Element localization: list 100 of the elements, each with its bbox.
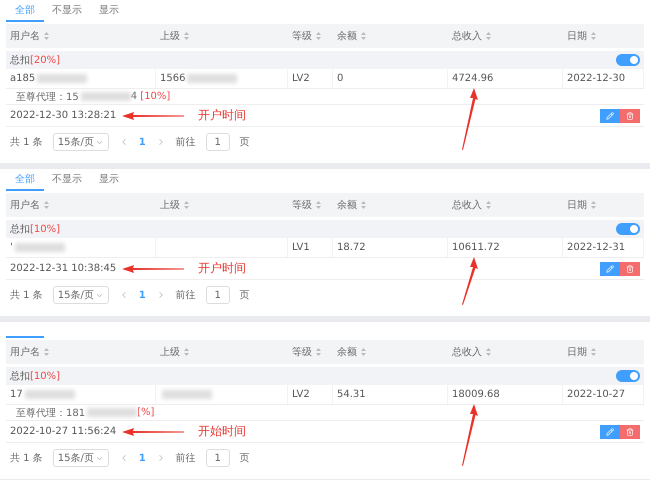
agent-info: 4 [10%] — [130, 91, 170, 102]
table-cell: 18009.68 — [452, 389, 500, 400]
table-cell: 2022-10-27 — [567, 389, 626, 400]
annotation-label: 开始时间 — [198, 423, 246, 440]
column-header: 日期 — [567, 198, 587, 212]
table-cell: LV2 — [292, 73, 310, 84]
arrow-drawing — [460, 404, 480, 466]
sort-icon[interactable] — [316, 348, 321, 356]
page-number[interactable]: 1 — [138, 136, 146, 148]
toggle-switch[interactable] — [616, 370, 640, 382]
sort-icon[interactable] — [44, 201, 49, 209]
redaction-blur — [87, 408, 138, 417]
column-header: 上级 — [160, 198, 180, 212]
sort-icon[interactable] — [361, 348, 366, 356]
sort-icon[interactable] — [184, 201, 189, 209]
tab[interactable]: 显示 — [90, 172, 128, 191]
delete-button[interactable] — [620, 108, 640, 122]
table-cell: 54.31 — [337, 389, 366, 400]
sort-icon[interactable] — [361, 201, 366, 209]
page-size-select[interactable]: 15条/页 — [52, 449, 109, 467]
toggle-switch[interactable] — [616, 223, 640, 235]
column-header: 等级 — [292, 199, 312, 212]
page-size-select[interactable]: 15条/页 — [52, 133, 109, 151]
sort-icon[interactable] — [184, 348, 189, 356]
column-header: 余额 — [337, 30, 357, 43]
sort-icon[interactable] — [361, 32, 366, 40]
sort-icon[interactable] — [486, 32, 491, 40]
sort-icon[interactable] — [44, 32, 49, 40]
goto-label: 前往 — [176, 288, 196, 302]
page-unit: 页 — [240, 452, 250, 465]
total-count: 共 1 条 — [10, 452, 43, 465]
sort-icon[interactable] — [591, 32, 596, 40]
column-header: 总收入 — [452, 346, 482, 359]
column-header: 用户名 — [10, 346, 40, 359]
arrow-drawing — [122, 112, 184, 120]
arrow-drawing — [460, 88, 480, 150]
created-time: 2022-12-30 13:28:21 — [10, 110, 116, 121]
table-cell: 2022-12-31 — [567, 242, 626, 253]
created-time: 2022-12-31 10:38:45 — [10, 263, 116, 274]
table-cell: LV1 — [292, 242, 310, 253]
sort-icon[interactable] — [486, 348, 491, 356]
column-header: 总收入 — [452, 30, 482, 43]
table-cell: 1566 — [160, 73, 186, 84]
edit-button[interactable] — [600, 108, 620, 122]
page-unit: 页 — [240, 136, 250, 149]
group-label: 总扣[10%] — [10, 222, 60, 236]
sort-icon[interactable] — [591, 348, 596, 356]
page-input[interactable]: 1 — [206, 286, 230, 304]
pencil-icon — [606, 112, 614, 120]
page-size-select[interactable]: 15条/页 — [52, 286, 109, 304]
tab[interactable] — [6, 333, 44, 338]
delete-button[interactable] — [620, 424, 640, 438]
column-header: 上级 — [160, 30, 180, 43]
goto-label: 前往 — [176, 452, 196, 465]
column-header: 总收入 — [452, 198, 482, 212]
tab[interactable]: 显示 — [90, 3, 128, 22]
tab[interactable]: 全部 — [6, 3, 44, 22]
column-header: 用户名 — [10, 198, 40, 212]
agent-info: [%] — [137, 407, 154, 418]
page-number[interactable]: 1 — [138, 452, 146, 464]
edit-button[interactable] — [600, 262, 620, 276]
page-input[interactable]: 1 — [206, 449, 230, 467]
edit-button[interactable] — [600, 424, 620, 438]
trash-icon — [626, 264, 634, 272]
page-number[interactable]: 1 — [138, 290, 146, 300]
column-header: 余额 — [337, 346, 357, 359]
column-header: 用户名 — [10, 30, 40, 43]
sort-icon[interactable] — [184, 32, 189, 40]
pencil-icon — [606, 428, 614, 436]
annotation-label: 开户时间 — [198, 107, 246, 124]
tab[interactable]: 不显示 — [48, 3, 86, 22]
sort-icon[interactable] — [591, 201, 596, 209]
arrow-drawing — [122, 264, 184, 272]
trash-icon — [626, 112, 634, 120]
table-cell: a185 — [10, 73, 36, 84]
tab[interactable]: 全部 — [6, 172, 44, 191]
column-header: 等级 — [292, 346, 312, 359]
arrow-drawing — [460, 257, 480, 305]
table-cell: 10611.72 — [452, 242, 500, 253]
sort-icon[interactable] — [44, 348, 49, 356]
sort-icon[interactable] — [486, 201, 491, 209]
table-cell: 4724.96 — [452, 73, 494, 84]
agent-info: 至尊代理：181 — [16, 406, 86, 420]
sort-icon[interactable] — [316, 32, 321, 40]
column-header: 日期 — [567, 30, 587, 43]
total-count: 共 1 条 — [10, 136, 43, 149]
tab[interactable]: 不显示 — [48, 172, 86, 191]
delete-button[interactable] — [620, 262, 640, 276]
total-count: 共 1 条 — [10, 288, 43, 302]
group-label: 总扣[10%] — [10, 370, 60, 383]
trash-icon — [626, 428, 634, 436]
sort-icon[interactable] — [316, 201, 321, 209]
redaction-blur — [80, 92, 131, 101]
agent-info: 至尊代理：15 — [16, 90, 79, 104]
table-cell: 0 — [337, 73, 344, 84]
goto-label: 前往 — [176, 136, 196, 149]
page-unit: 页 — [240, 289, 250, 302]
toggle-switch[interactable] — [616, 54, 640, 66]
table-cell: 17 — [10, 389, 23, 400]
page-input[interactable]: 1 — [206, 133, 230, 151]
